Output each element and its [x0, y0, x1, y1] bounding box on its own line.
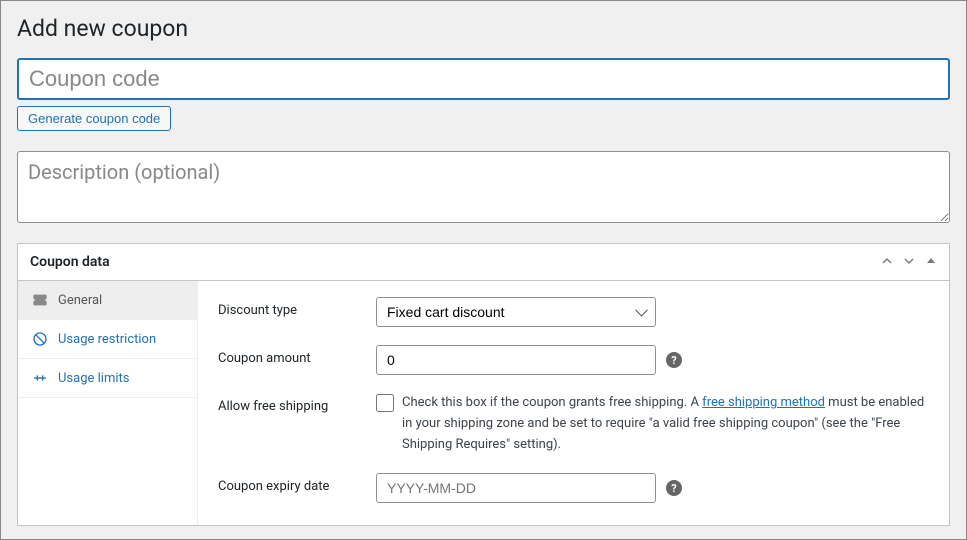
tab-usage-restriction[interactable]: Usage restriction [18, 320, 197, 359]
tab-usage-limits[interactable]: Usage limits [18, 359, 197, 398]
discount-type-label: Discount type [218, 297, 376, 318]
panel-content: Discount type Fixed cart discount Coupon… [198, 281, 949, 525]
panel-title: Coupon data [30, 254, 110, 270]
generate-coupon-code-button[interactable]: Generate coupon code [17, 106, 171, 131]
panel-up-icon[interactable] [881, 255, 893, 270]
discount-type-select[interactable]: Fixed cart discount [376, 297, 656, 327]
tab-general-label: General [58, 293, 102, 308]
coupon-data-panel: Coupon data General [17, 243, 950, 526]
ticket-icon [32, 292, 48, 308]
panel-controls [881, 255, 937, 270]
panel-header: Coupon data [18, 244, 949, 281]
coupon-amount-label: Coupon amount [218, 345, 376, 366]
help-icon[interactable]: ? [666, 480, 682, 496]
page-title: Add new coupon [1, 1, 966, 58]
panel-toggle-icon[interactable] [925, 255, 937, 270]
coupon-amount-input[interactable] [376, 345, 656, 375]
panel-down-icon[interactable] [903, 255, 915, 270]
coupon-code-input[interactable] [17, 58, 950, 100]
free-shipping-description: Check this box if the coupon grants free… [402, 393, 929, 455]
free-shipping-checkbox[interactable] [376, 394, 394, 412]
tab-general[interactable]: General [18, 281, 197, 320]
help-icon[interactable]: ? [666, 352, 682, 368]
sliders-icon [32, 370, 48, 386]
free-shipping-label: Allow free shipping [218, 393, 376, 414]
tab-usage-restriction-label: Usage restriction [58, 332, 156, 347]
expiry-date-input[interactable] [376, 473, 656, 503]
description-textarea[interactable] [17, 151, 950, 223]
expiry-date-label: Coupon expiry date [218, 473, 376, 494]
free-shipping-method-link[interactable]: free shipping method [702, 395, 825, 410]
ban-icon [32, 331, 48, 347]
tab-usage-limits-label: Usage limits [58, 371, 129, 386]
side-tabs: General Usage restriction Usage limits [18, 281, 198, 525]
